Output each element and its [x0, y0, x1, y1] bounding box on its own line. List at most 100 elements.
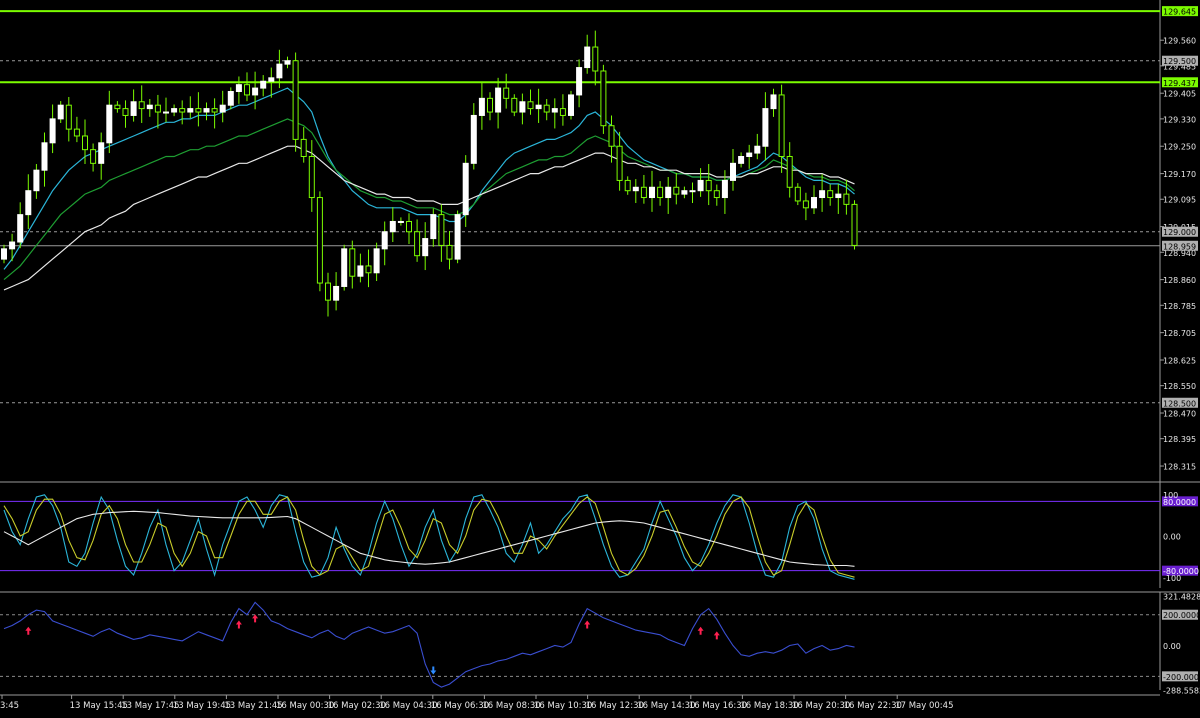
trading-chart[interactable]: 129.560129.485129.405129.330129.250129.1…: [0, 0, 1200, 718]
candle-body-bull: [422, 238, 429, 257]
time-tick-label: 16 May 22:30: [844, 701, 902, 711]
candle-body-bull: [576, 67, 583, 96]
candle-body-bull: [584, 46, 591, 69]
price-tick-label: 128.860: [1163, 276, 1196, 285]
candle-body-bear: [154, 104, 161, 113]
candle-body-bear: [195, 108, 202, 113]
price-tick-label: 128.550: [1163, 382, 1196, 391]
candle-body-bull: [41, 142, 48, 171]
candle-body-bull: [9, 241, 16, 250]
price-level-label: 128.500: [1163, 399, 1196, 408]
chart-background: [0, 0, 1200, 718]
time-tick-label: 16 May 00:30: [276, 701, 334, 711]
candle-body-bull: [171, 108, 178, 113]
stochastic-tick-label: 0.00: [1163, 533, 1181, 542]
candlestick[interactable]: [600, 64, 607, 134]
cci-level-label: 200.0000: [1163, 611, 1200, 620]
candle-body-bull: [227, 91, 234, 106]
time-tick-label: 16 May 10:30: [534, 701, 592, 711]
candle-body-bear: [73, 128, 80, 137]
candle-body-bull: [219, 104, 226, 113]
time-tick-label: 16 May 12:30: [586, 701, 644, 711]
candle-body-bull: [632, 186, 639, 192]
candle-body-bull: [689, 190, 696, 193]
price-tick-label: 128.315: [1163, 463, 1196, 472]
candlestick[interactable]: [454, 210, 461, 264]
price-tick-label: 128.705: [1163, 329, 1196, 338]
candlestick[interactable]: [568, 90, 574, 120]
price-tick-label: 129.330: [1163, 115, 1196, 124]
candle-body-bear: [616, 145, 623, 181]
candle-body-bull: [268, 77, 275, 82]
price-tick-label: 129.095: [1163, 196, 1196, 205]
candle-body-bear: [657, 186, 664, 199]
price-tick-label: 129.560: [1163, 37, 1196, 46]
time-tick-label: 16 May 18:30: [740, 701, 798, 711]
candle-body-bear: [446, 244, 453, 260]
time-tick-label: 16 May 20:30: [792, 701, 850, 711]
time-tick-label: 13 May 19:45: [173, 701, 231, 711]
candle-body-bull: [770, 94, 777, 110]
candle-body-bull: [738, 155, 745, 164]
time-tick-label: 17 May 00:45: [895, 701, 953, 711]
time-tick-label: 16 May 04:30: [379, 701, 437, 711]
candle-body-bear: [543, 104, 550, 113]
price-level-label: 129.645: [1163, 8, 1196, 17]
candle-body-bear: [600, 70, 607, 127]
price-tick-label: 128.470: [1163, 410, 1196, 419]
candle-body-bull: [730, 162, 736, 181]
candle-body-bull: [33, 169, 40, 192]
candle-body-bear: [300, 138, 307, 157]
candle-body-bear: [503, 87, 510, 99]
candle-body-bull: [681, 190, 688, 195]
candle-body-bear: [114, 104, 121, 110]
candlestick[interactable]: [341, 244, 348, 291]
candle-body-bull: [260, 80, 267, 89]
candle-body-bull: [568, 94, 574, 116]
candle-body-bull: [495, 87, 502, 113]
candle-body-bear: [292, 60, 299, 140]
candle-body-bear: [244, 84, 250, 96]
candle-body-bear: [365, 265, 372, 274]
price-level-label: 128.959: [1163, 242, 1196, 251]
candle-body-bull: [746, 152, 753, 157]
candle-body-bull: [98, 142, 105, 164]
price-tick-label: 129.250: [1163, 143, 1196, 152]
candlestick[interactable]: [851, 200, 858, 250]
candle-body-bull: [697, 179, 704, 192]
candle-body-bull: [203, 108, 210, 113]
candle-body-bear: [82, 135, 88, 151]
candlestick[interactable]: [316, 191, 323, 292]
price-tick-label: 129.405: [1163, 90, 1196, 99]
candle-body-bear: [843, 193, 850, 205]
candle-body-bull: [397, 220, 404, 223]
candle-body-bear: [640, 186, 647, 199]
candle-body-bull: [649, 186, 655, 199]
candle-body-bear: [851, 203, 858, 246]
candle-body-bear: [349, 248, 356, 277]
candle-body-bear: [802, 200, 809, 209]
candle-body-bull: [1, 248, 7, 260]
candle-body-bear: [705, 179, 712, 192]
stochastic-tick-label: 100: [1163, 491, 1178, 500]
candle-body-bull: [163, 111, 169, 114]
candle-body-bull: [373, 248, 380, 274]
candle-body-bull: [762, 108, 769, 147]
candle-body-bear: [778, 94, 785, 157]
time-tick-label: 16 May 02:30: [328, 701, 386, 711]
candlestick[interactable]: [292, 52, 299, 152]
stochastic-tick-label: -100: [1163, 574, 1181, 583]
candle-body-bear: [794, 186, 801, 202]
time-tick-label: 3:45: [0, 701, 19, 711]
candle-body-bull: [478, 97, 485, 116]
price-level-label: 129.437: [1163, 79, 1196, 88]
candle-body-bull: [57, 104, 64, 120]
candle-body-bull: [25, 190, 32, 216]
candle-body-bear: [827, 190, 834, 199]
candle-body-bull: [17, 214, 24, 243]
candle-body-bull: [106, 104, 113, 144]
cci-tick-label: -288.5583: [1163, 687, 1200, 696]
cci-level-label: -200.0000: [1163, 673, 1200, 682]
price-tick-label: 128.395: [1163, 435, 1196, 444]
candle-body-bear: [786, 155, 793, 188]
